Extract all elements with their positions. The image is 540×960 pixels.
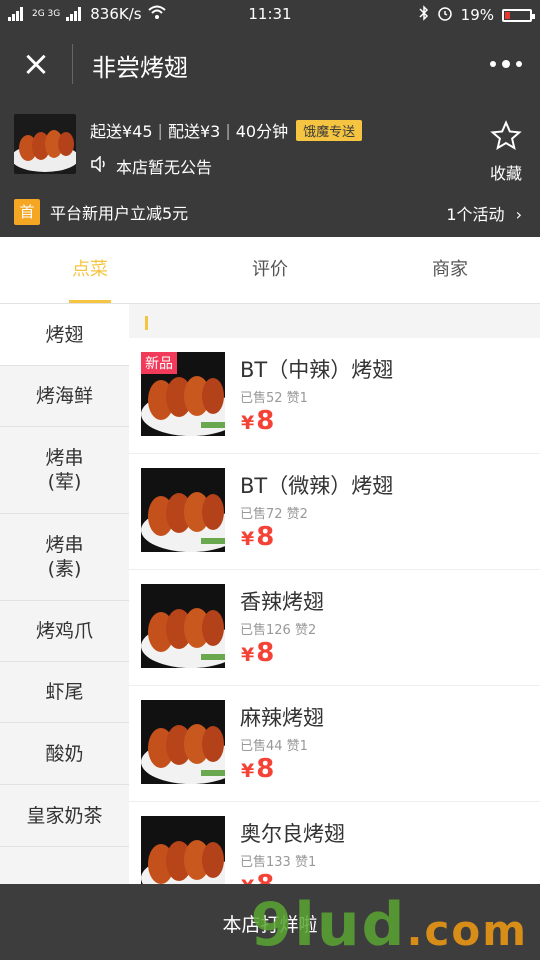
price-value: 8 (256, 754, 275, 784)
dish-stats: 已售52 赞1 (240, 391, 308, 406)
dish-item[interactable]: 麻辣烤翅 已售44 赞1 ¥8 (129, 686, 540, 802)
dish-image (141, 584, 225, 668)
delivery-info: 起送¥45 | 配送¥3 | 40分钟 饿魔专送 (90, 118, 363, 142)
page-title: 非尝烤翅 (92, 54, 188, 82)
min-order: 起送¥45 (90, 122, 153, 141)
dish-price: ¥8 (241, 754, 274, 784)
category-item[interactable]: 烤鸡爪 (0, 601, 129, 662)
currency-symbol: ¥ (241, 412, 255, 434)
category-item[interactable]: 烤海鲜 (0, 366, 129, 427)
bluetooth-icon (419, 5, 429, 25)
shop-info: 起送¥45 | 配送¥3 | 40分钟 饿魔专送 本店暂无公告 收藏 首 平台新… (0, 98, 540, 237)
dish-price: ¥8 (241, 406, 274, 436)
category-sidebar: 烤翅 烤海鲜 烤串 (荤) 烤串 (素) 烤鸡爪 虾尾 酸奶 皇家奶茶 (0, 304, 129, 884)
dish-image (141, 700, 225, 784)
close-button[interactable]: × (16, 46, 56, 82)
alarm-icon (437, 5, 453, 25)
more-button[interactable] (490, 52, 522, 76)
dish-image (141, 816, 225, 884)
dish-name: BT（中辣）烤翅 (240, 358, 394, 382)
dish-price: ¥8 (241, 638, 274, 668)
close-icon: × (21, 44, 51, 84)
more-dots-icon (490, 61, 496, 67)
star-icon (486, 120, 526, 160)
category-item[interactable]: 烤翅 (0, 304, 129, 366)
dish-item[interactable]: 奥尔良烤翅 已售133 赞1 ¥8 (129, 802, 540, 884)
title-bar: × 非尝烤翅 (0, 30, 540, 98)
currency-symbol: ¥ (241, 528, 255, 550)
speaker-icon (90, 155, 108, 176)
currency-symbol: ¥ (241, 644, 255, 666)
status-bar: 2G 3G 836K/s 11:31 19% (0, 0, 540, 30)
category-item[interactable]: 酸奶 (0, 723, 129, 785)
shop-thumbnail[interactable] (14, 114, 76, 174)
dish-name: BT（微辣）烤翅 (240, 474, 394, 498)
delivery-time: 40分钟 (235, 122, 289, 141)
category-item[interactable]: 烤串 (素) (0, 514, 129, 601)
bottom-bar: 本店打烊啦 9lud.com (0, 884, 540, 960)
dish-list: 新品 BT（中辣）烤翅 已售52 赞1 ¥8 BT（微辣）烤翅 已售72 赞2 … (129, 304, 540, 884)
dish-name: 麻辣烤翅 (240, 706, 324, 730)
new-badge: 新品 (141, 352, 177, 374)
category-item[interactable]: 烤串 (荤) (0, 427, 129, 514)
price-value: 8 (256, 638, 275, 668)
promo-text: 平台新用户立减5元 (50, 204, 189, 223)
dish-name: 香辣烤翅 (240, 590, 324, 614)
category-item[interactable]: 皇家奶茶 (0, 785, 129, 847)
tab-merchant[interactable]: 商家 (360, 237, 540, 303)
dish-stats: 已售44 赞1 (240, 739, 308, 754)
dish-price: ¥8 (241, 870, 274, 884)
activity-text: 1个活动 (446, 205, 505, 224)
more-dots-icon (516, 61, 522, 67)
price-value: 8 (256, 406, 275, 436)
dish-stats: 已售133 赞1 (240, 855, 317, 870)
delivery-fee: 配送¥3 (167, 122, 221, 141)
tab-bar: 点菜 评价 商家 (0, 237, 540, 304)
activity-link[interactable]: 1个活动 › (446, 201, 522, 225)
tab-order[interactable]: 点菜 (0, 237, 180, 303)
dish-stats: 已售126 赞2 (240, 623, 317, 638)
dish-item[interactable]: BT（微辣）烤翅 已售72 赞2 ¥8 (129, 454, 540, 570)
promo-row[interactable]: 首 平台新用户立减5元 (14, 199, 188, 225)
chevron-right-icon: › (515, 205, 522, 224)
dish-price: ¥8 (241, 522, 274, 552)
favorite-button[interactable]: 收藏 (486, 120, 526, 184)
dish-name: 奥尔良烤翅 (240, 822, 345, 846)
delivery-badge: 饿魔专送 (296, 119, 363, 141)
divider (72, 44, 73, 84)
watermark-logo: 9lud.com (250, 890, 528, 960)
favorite-label: 收藏 (489, 164, 522, 183)
tab-reviews[interactable]: 评价 (180, 237, 360, 303)
currency-symbol: ¥ (241, 876, 254, 884)
shop-notice[interactable]: 本店暂无公告 (90, 154, 212, 178)
currency-symbol: ¥ (241, 760, 255, 782)
dish-item[interactable]: 香辣烤翅 已售126 赞2 ¥8 (129, 570, 540, 686)
dish-item[interactable]: 新品 BT（中辣）烤翅 已售52 赞1 ¥8 (129, 338, 540, 454)
price-value: 8 (256, 522, 275, 552)
more-dots-icon (502, 60, 510, 68)
dish-image (141, 468, 225, 552)
notice-text: 本店暂无公告 (116, 158, 213, 177)
category-item[interactable]: 虾尾 (0, 662, 129, 723)
dish-stats: 已售72 赞2 (240, 507, 308, 522)
battery-level: 19% (460, 6, 494, 24)
battery-icon (502, 8, 535, 22)
promo-badge: 首 (14, 199, 40, 225)
price-value: 8 (256, 870, 274, 884)
section-header (129, 304, 540, 338)
